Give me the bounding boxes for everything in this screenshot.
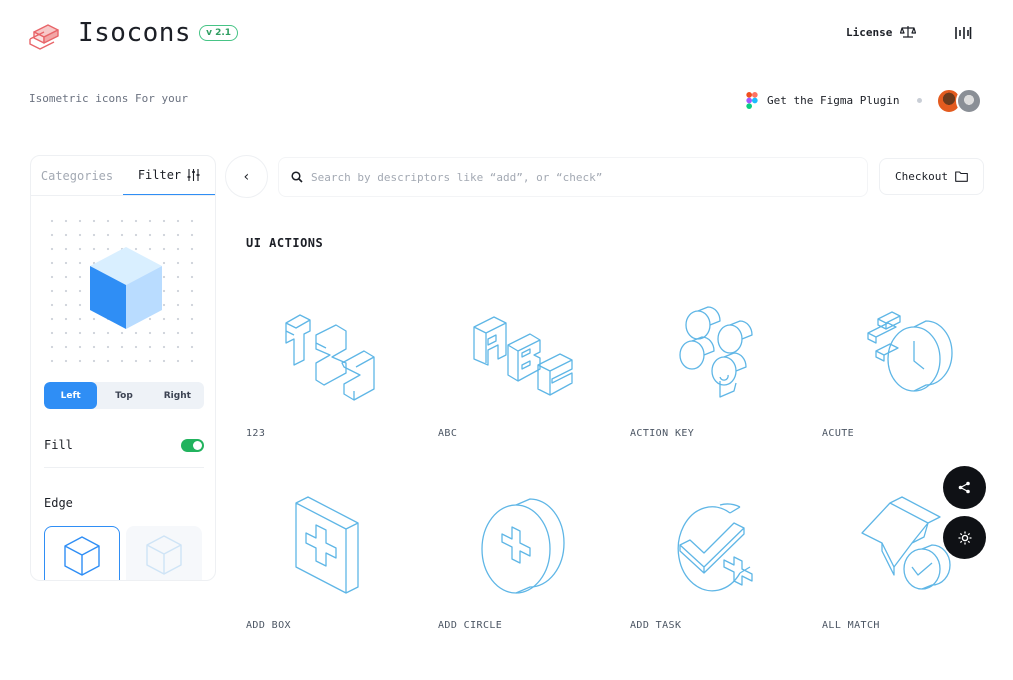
chevron-left-icon: ‹ [242, 168, 251, 185]
face-selector: Left Top Right [44, 382, 204, 409]
filter-sidebar: Categories Filter Left Top Right Fill Ed… [30, 155, 216, 581]
action-key-icon [679, 306, 753, 398]
search-bar [278, 157, 868, 197]
add-circle-icon [481, 498, 565, 594]
figma-icon [746, 92, 758, 109]
face-option-top[interactable]: Top [97, 382, 150, 409]
icon-name: ACTION KEY [630, 428, 695, 439]
icon-card[interactable]: ABC [438, 288, 608, 439]
tab-label: Filter [137, 168, 182, 182]
icon-card[interactable]: ADD CIRCLE [438, 480, 608, 631]
sun-settings-icon [958, 531, 971, 544]
tab-categories[interactable]: Categories [31, 156, 123, 195]
outline-cube-icon [64, 535, 100, 576]
section-title: UI ACTIONS [246, 236, 324, 250]
icon-name: ADD TASK [630, 620, 682, 631]
figma-plugin-link[interactable]: Get the Figma Plugin [746, 92, 899, 109]
cube-preview [43, 212, 203, 372]
scale-icon [900, 26, 917, 38]
fill-toggle[interactable] [181, 439, 204, 452]
numbers-123-icon [285, 314, 375, 401]
acute-icon [867, 311, 953, 392]
back-button[interactable]: ‹ [225, 155, 268, 198]
tagline: Isometric icons For your [29, 92, 188, 105]
add-box-icon [295, 496, 359, 594]
icon-card[interactable]: ADD BOX [246, 480, 416, 631]
license-label: License [846, 25, 893, 39]
fill-setting: Fill [44, 438, 204, 468]
edge-option-soft[interactable] [126, 526, 202, 580]
figma-plugin-label: Get the Figma Plugin [767, 94, 900, 107]
face-option-left[interactable]: Left [44, 382, 98, 409]
tab-label: Categories [40, 168, 114, 183]
icon-name: ALL MATCH [822, 620, 880, 631]
checkout-label: Checkout [895, 170, 948, 183]
version-badge: v 2.1 [199, 25, 239, 41]
icon-name: ADD CIRCLE [438, 620, 503, 631]
fill-label: Fill [44, 438, 73, 452]
icon-name: ABC [438, 428, 458, 439]
settings-button[interactable] [943, 516, 986, 559]
share-button[interactable] [943, 466, 986, 509]
edge-option-outline[interactable] [44, 526, 120, 580]
brand-name: Isocons [78, 18, 192, 48]
cube-icon [90, 247, 162, 329]
icon-name: ADD BOX [246, 620, 291, 631]
icon-card[interactable]: ADD TASK [630, 480, 800, 631]
isocons-logo-icon [29, 24, 59, 50]
separator-dot [917, 98, 922, 103]
icon-card[interactable]: 123 [246, 288, 416, 439]
add-task-icon [677, 503, 753, 592]
edge-options [44, 526, 204, 580]
folder-icon [955, 171, 968, 182]
icon-card[interactable]: ACTION KEY [630, 288, 800, 439]
sliders-icon [187, 169, 200, 181]
sidebar-tabs: Categories Filter [31, 156, 215, 196]
soft-cube-icon [146, 535, 182, 575]
share-icon [958, 481, 970, 494]
tab-filter[interactable]: Filter [123, 156, 215, 195]
search-icon [291, 171, 303, 183]
brand-logo[interactable]: Isocons v 2.1 [28, 16, 239, 50]
equalizer-bars-icon[interactable] [954, 24, 972, 42]
icon-card[interactable]: ACUTE [822, 288, 992, 439]
letters-abc-icon [473, 316, 573, 396]
face-option-right[interactable]: Right [151, 382, 204, 409]
edge-label: Edge [44, 496, 73, 510]
avatar-group[interactable] [936, 88, 982, 114]
icon-name: ACUTE [822, 428, 855, 439]
icon-name: 123 [246, 428, 266, 439]
license-link[interactable]: License [846, 25, 917, 39]
checkout-button[interactable]: Checkout [879, 158, 984, 195]
avatar[interactable] [956, 88, 982, 114]
search-input[interactable] [311, 170, 831, 184]
